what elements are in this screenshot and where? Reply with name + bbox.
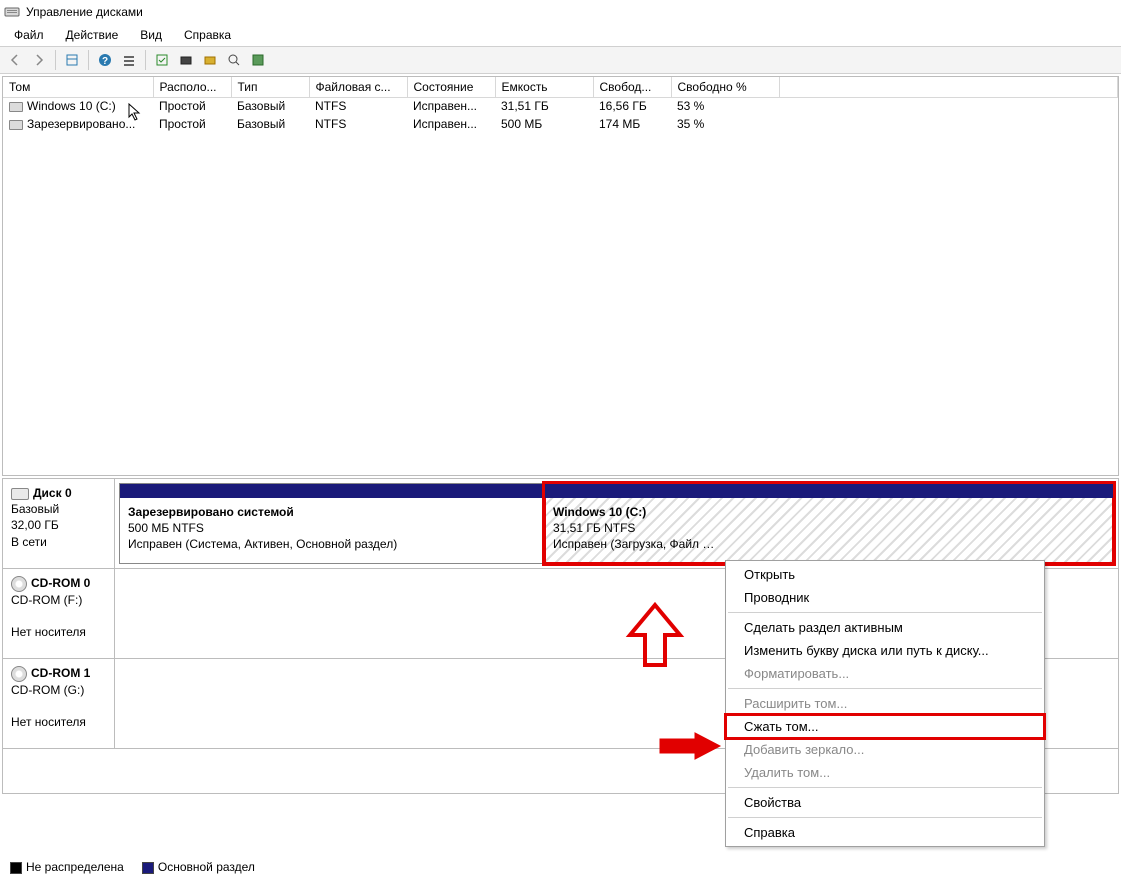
legend-swatch-unallocated [10, 862, 22, 874]
col-capacity[interactable]: Емкость [495, 77, 593, 97]
ctx-mirror[interactable]: Добавить зеркало... [726, 738, 1044, 761]
menu-file[interactable]: Файл [4, 26, 54, 44]
settings-button[interactable] [247, 49, 269, 71]
list-button[interactable] [118, 49, 140, 71]
ctx-delete[interactable]: Удалить том... [726, 761, 1044, 784]
disk-icon [11, 488, 29, 500]
legend: Не распределена Основной раздел [4, 856, 261, 878]
context-menu: Открыть Проводник Сделать раздел активны… [725, 560, 1045, 847]
disk-header[interactable]: CD-ROM 0 CD-ROM (F:) Нет носителя [3, 569, 115, 658]
ellipsis: … [702, 537, 714, 551]
action1-button[interactable] [175, 49, 197, 71]
ctx-properties[interactable]: Свойства [726, 791, 1044, 814]
app-icon [4, 4, 20, 20]
ctx-make-active[interactable]: Сделать раздел активным [726, 616, 1044, 639]
drive-icon [9, 120, 23, 130]
menu-help[interactable]: Справка [174, 26, 241, 44]
action2-button[interactable] [199, 49, 221, 71]
table-row[interactable]: Зарезервировано... Простой Базовый NTFS … [3, 115, 1118, 133]
col-fs[interactable]: Файловая с... [309, 77, 407, 97]
col-volume[interactable]: Том [3, 77, 153, 97]
drive-icon [9, 102, 23, 112]
ctx-change-letter[interactable]: Изменить букву диска или путь к диску... [726, 639, 1044, 662]
menu-action[interactable]: Действие [56, 26, 129, 44]
disk-row: Диск 0 Базовый 32,00 ГБ В сети Зарезерви… [3, 479, 1118, 569]
menu-view[interactable]: Вид [130, 26, 172, 44]
disk-header[interactable]: Диск 0 Базовый 32,00 ГБ В сети [3, 479, 115, 568]
partition-system-reserved[interactable]: Зарезервировано системой 500 МБ NTFS Исп… [119, 483, 544, 564]
col-freepct[interactable]: Свободно % [671, 77, 779, 97]
window-title: Управление дисками [26, 5, 143, 19]
forward-button[interactable] [28, 49, 50, 71]
view-button[interactable] [61, 49, 83, 71]
col-type[interactable]: Тип [231, 77, 309, 97]
ctx-explorer[interactable]: Проводник [726, 586, 1044, 609]
col-status[interactable]: Состояние [407, 77, 495, 97]
cdrom-icon [11, 666, 27, 682]
partition-c-drive[interactable]: Windows 10 (C:) 31,51 ГБ NTFS Исправен (… [544, 483, 1114, 564]
disk-header[interactable]: CD-ROM 1 CD-ROM (G:) Нет носителя [3, 659, 115, 748]
legend-swatch-primary [142, 862, 154, 874]
ctx-help[interactable]: Справка [726, 821, 1044, 844]
ctx-shrink[interactable]: Сжать том... [726, 715, 1044, 738]
col-layout[interactable]: Располо... [153, 77, 231, 97]
back-button[interactable] [4, 49, 26, 71]
table-row[interactable]: Windows 10 (C:) Простой Базовый NTFS Исп… [3, 97, 1118, 115]
titlebar: Управление дисками [0, 0, 1121, 24]
svg-text:?: ? [102, 56, 108, 67]
col-free[interactable]: Свобод... [593, 77, 671, 97]
search-button[interactable] [223, 49, 245, 71]
ctx-format[interactable]: Форматировать... [726, 662, 1044, 685]
ctx-open[interactable]: Открыть [726, 563, 1044, 586]
ctx-extend[interactable]: Расширить том... [726, 692, 1044, 715]
volume-list-pane: Том Располо... Тип Файловая с... Состоян… [2, 76, 1119, 476]
cdrom-icon [11, 576, 27, 592]
toolbar: ? [0, 46, 1121, 74]
menubar[interactable]: Файл Действие Вид Справка [0, 24, 1121, 46]
help-button[interactable]: ? [94, 49, 116, 71]
refresh-button[interactable] [151, 49, 173, 71]
volume-table[interactable]: Том Располо... Тип Файловая с... Состоян… [3, 77, 1118, 133]
